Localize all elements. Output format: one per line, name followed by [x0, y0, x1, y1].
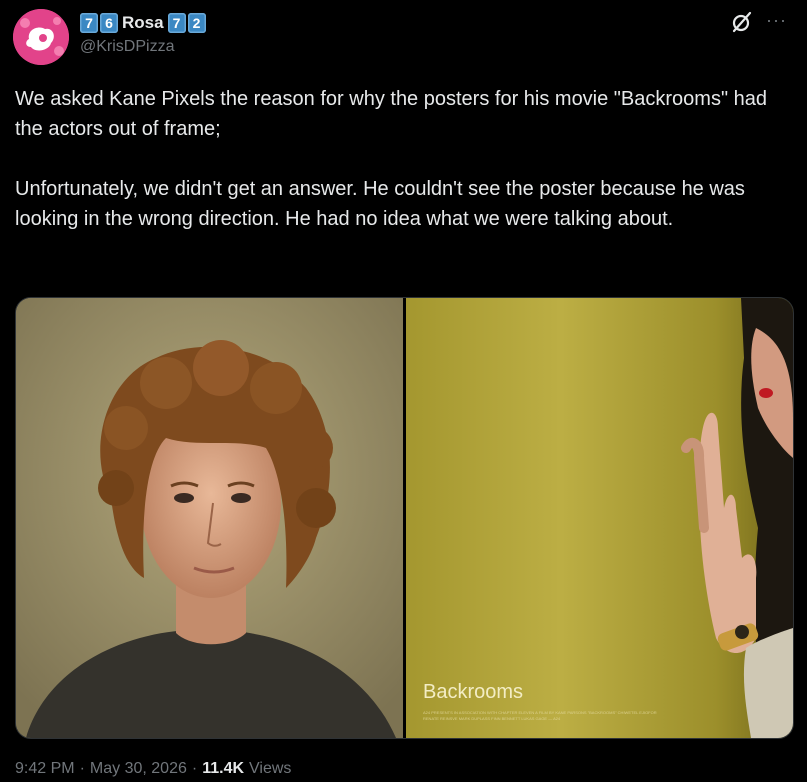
separator-dot: ·: [79, 760, 85, 777]
tweet-time[interactable]: 9:42 PM: [15, 760, 75, 778]
portrait-illustration: [16, 298, 403, 738]
tweet-footer: 9:42 PM · May 30, 2026 · 11.4K Views: [15, 760, 291, 778]
media-grid: Backrooms A24 PRESENTS IN ASSOCIATION WI…: [15, 297, 794, 739]
tweet-paragraph-2: Unfortunately, we didn't get an answer. …: [15, 178, 745, 230]
separator-dot: ·: [191, 760, 198, 777]
keycap-digit: 7: [80, 13, 98, 33]
avatar[interactable]: [13, 9, 69, 65]
poster-credits: A24 PRESENTS IN ASSOCIATION WITH CHAPTER…: [423, 710, 657, 721]
user-handle[interactable]: @KrisDPizza: [80, 38, 174, 56]
poster-title: Backrooms: [423, 681, 524, 703]
keycap-digit: 6: [100, 13, 118, 33]
tweet-paragraph-1: We asked Kane Pixels the reason for why …: [15, 88, 767, 140]
tweet-date[interactable]: May 30, 2026: [90, 760, 187, 778]
keycap-digit: 2: [187, 13, 206, 33]
avatar-icon: [13, 9, 69, 65]
tweet-text: We asked Kane Pixels the reason for why …: [15, 84, 795, 234]
views-count[interactable]: 11.4K: [202, 760, 244, 778]
poster-illustration: [406, 298, 793, 738]
media-photo-poster[interactable]: Backrooms A24 PRESENTS IN ASSOCIATION WI…: [406, 298, 793, 738]
views-label: Views: [249, 760, 292, 777]
grok-icon[interactable]: [730, 10, 754, 34]
display-name[interactable]: 7 6 Rosa 7 2: [80, 11, 206, 35]
more-options-icon[interactable]: ···: [766, 10, 790, 30]
keycap-digit: 7: [167, 13, 186, 33]
media-photo-portrait[interactable]: [16, 298, 403, 738]
tweet: 7 6 Rosa 7 2 @KrisDPizza ··· We asked Ka…: [0, 0, 807, 782]
display-name-text: Rosa: [122, 13, 164, 32]
